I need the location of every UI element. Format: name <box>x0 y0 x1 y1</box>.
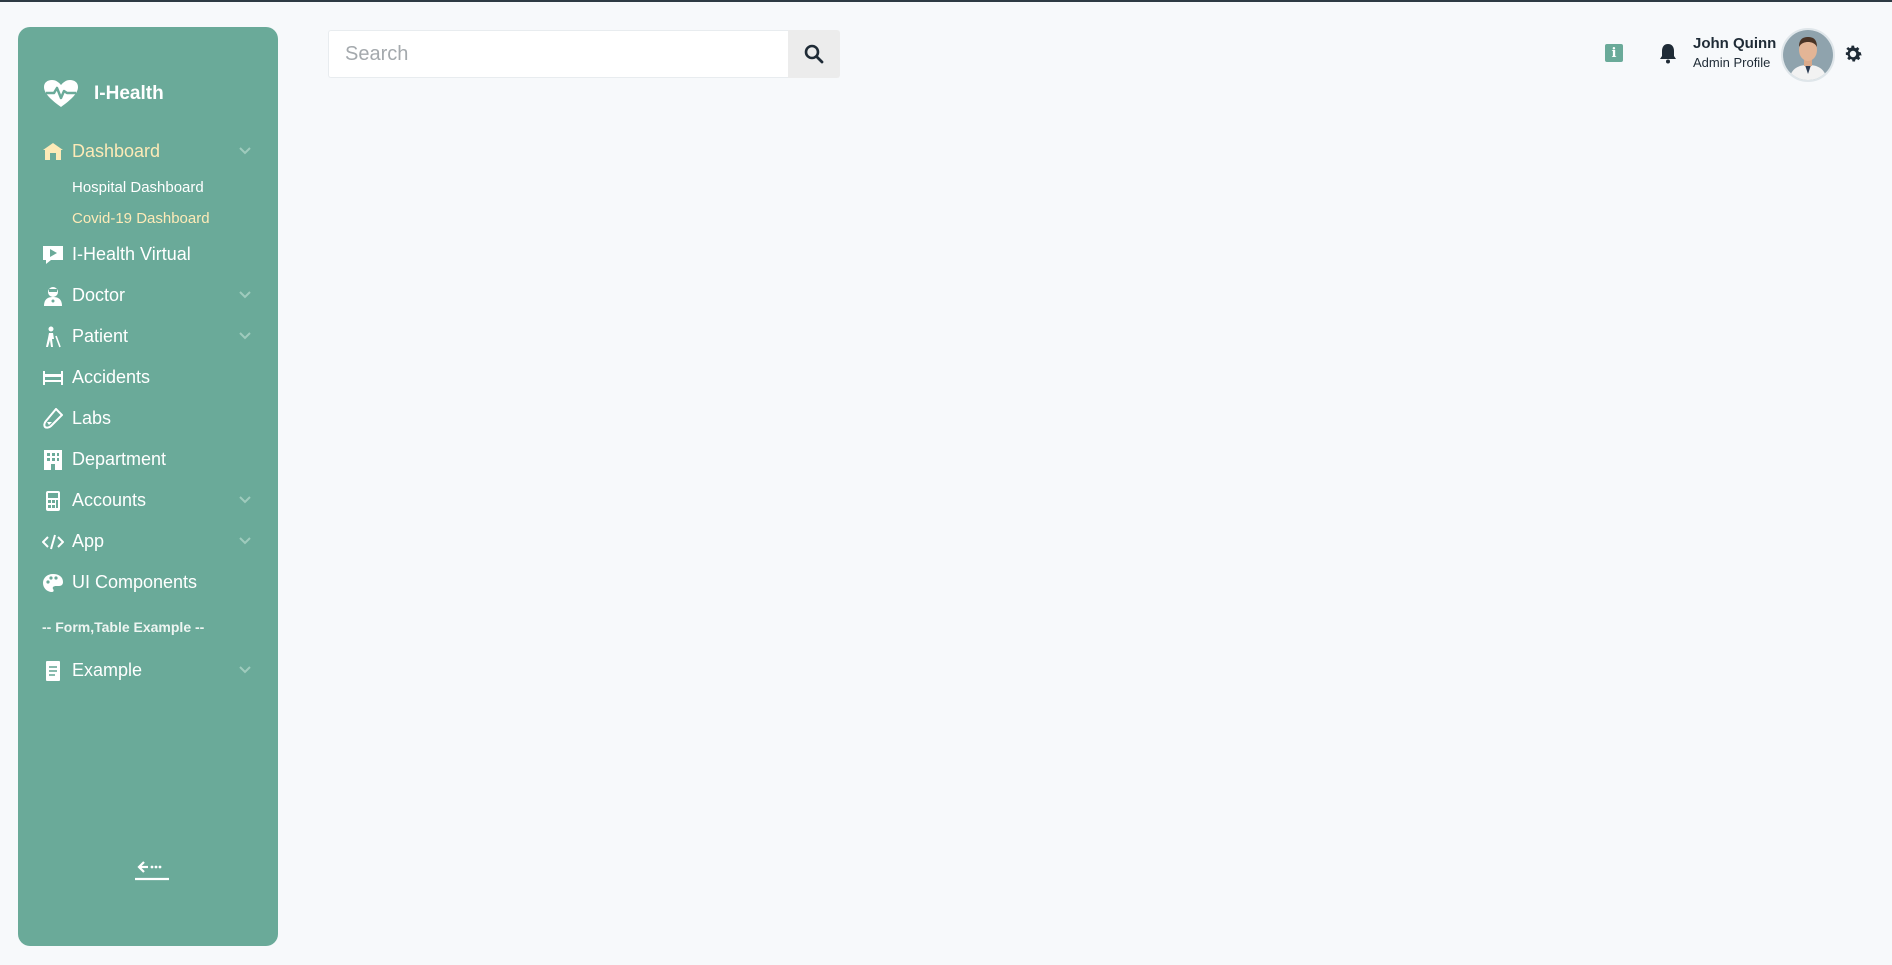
sidebar-item-ui-components[interactable]: UI Components <box>18 562 278 603</box>
sidebar-item-label: Accidents <box>72 367 151 387</box>
chevron-down-icon <box>239 291 251 299</box>
sidebar-item-label: Accounts <box>72 490 147 510</box>
palette-icon <box>42 572 64 594</box>
sidebar-item-doctor[interactable]: Doctor <box>18 275 278 316</box>
heart-pulse-icon <box>44 80 78 107</box>
sidebar-item-dashboard[interactable]: Dashboard <box>18 131 278 172</box>
code-icon <box>42 531 64 553</box>
document-icon <box>42 660 64 682</box>
stretcher-icon <box>42 367 64 389</box>
chevron-down-icon <box>239 666 251 674</box>
search-button[interactable] <box>788 30 840 78</box>
brand[interactable]: I-Health <box>42 79 164 109</box>
sidebar-item-department[interactable]: Department <box>18 439 278 480</box>
sidebar-item-patient[interactable]: Patient <box>18 316 278 357</box>
search-icon <box>804 44 824 64</box>
dashboard-submenu: Hospital Dashboard Covid-19 Dashboard <box>18 172 278 234</box>
sidebar-item-example[interactable]: Example <box>18 650 278 691</box>
sidebar-section-title: -- Form,Table Example -- <box>42 618 205 635</box>
chevron-down-icon <box>239 332 251 340</box>
top-border <box>0 0 1892 2</box>
info-icon[interactable]: i <box>1605 44 1623 62</box>
building-icon <box>42 449 64 471</box>
sidebar-item-label: Doctor <box>72 285 126 305</box>
search-input[interactable] <box>328 30 788 78</box>
video-chat-icon <box>42 244 64 266</box>
sidebar-subitem-hospital-dashboard[interactable]: Hospital Dashboard <box>72 172 278 203</box>
sidebar-item-label: Department <box>72 449 167 469</box>
user-avatar-image <box>1783 30 1833 80</box>
doctor-icon <box>42 285 64 307</box>
sidebar-item-app[interactable]: App <box>18 521 278 562</box>
sidebar-item-accidents[interactable]: Accidents <box>18 357 278 398</box>
avatar[interactable] <box>1781 28 1835 82</box>
chevron-down-icon <box>239 537 251 545</box>
patient-cane-icon <box>42 326 64 348</box>
chevron-down-icon <box>239 496 251 504</box>
sidebar-item-labs[interactable]: Labs <box>18 398 278 439</box>
sidebar-item-label: App <box>72 531 105 551</box>
gear-icon[interactable] <box>1842 43 1864 65</box>
sidebar-item-label: UI Components <box>72 572 198 592</box>
calculator-icon <box>42 490 64 512</box>
user-role: Admin Profile <box>1693 55 1771 70</box>
brand-name: I-Health <box>94 83 164 104</box>
sidebar-item-label: Dashboard <box>72 141 161 161</box>
sidebar-item-label: Example <box>72 660 143 680</box>
sidebar-item-label: Patient <box>72 326 129 346</box>
user-name: John Quinn <box>1693 35 1777 52</box>
search-bar <box>328 30 840 78</box>
sidebar: I-Health Dashboard Hospital Dashboard Co… <box>18 27 278 946</box>
sidebar-item-label: Labs <box>72 408 112 428</box>
home-icon <box>42 141 64 163</box>
sidebar-item-ihealth-virtual[interactable]: I-Health Virtual <box>18 234 278 275</box>
sidebar-nav: Dashboard Hospital Dashboard Covid-19 Da… <box>18 131 278 691</box>
collapse-sidebar-icon[interactable] <box>134 857 170 887</box>
sidebar-item-label: I-Health Virtual <box>72 244 191 264</box>
chevron-down-icon <box>239 147 251 155</box>
test-tube-icon <box>42 407 64 430</box>
sidebar-item-accounts[interactable]: Accounts <box>18 480 278 521</box>
bell-icon[interactable] <box>1658 42 1678 64</box>
sidebar-subitem-covid-dashboard[interactable]: Covid-19 Dashboard <box>72 203 278 234</box>
